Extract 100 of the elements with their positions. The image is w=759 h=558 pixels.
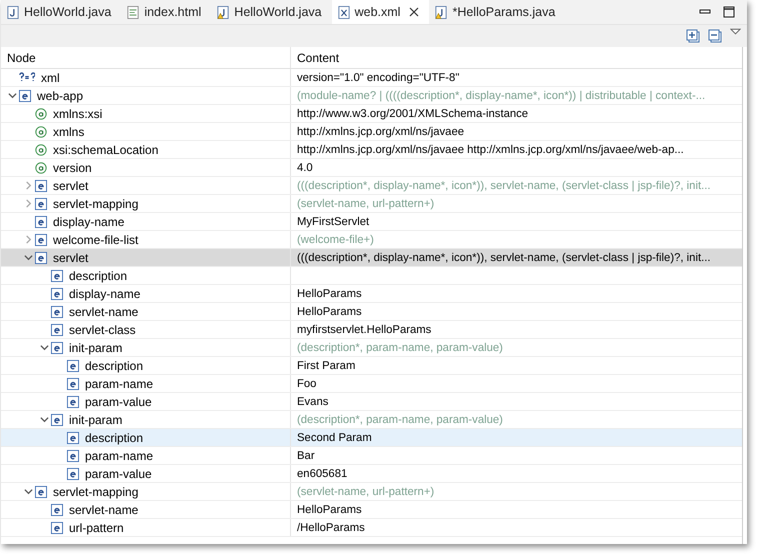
- tree-row[interactable]: display-name HelloParams: [1, 285, 742, 303]
- element-icon: [35, 486, 47, 498]
- element-icon: [51, 414, 63, 426]
- element-icon: [51, 270, 63, 282]
- tree-row[interactable]: param-value Evans: [1, 393, 742, 411]
- node-content: (((description*, display-name*, icon*)), servlet-name, (servlet-class | jsp-file)?, init...: [297, 252, 711, 264]
- node-content: http://xmlns.jcp.org/xml/ns/javaee http://xmlns.jcp.org/xml/ns/javaee/web-ap...: [297, 144, 684, 156]
- tree-row[interactable]: param-name Bar: [1, 447, 742, 465]
- tree-row[interactable]: servlet-class myfirstservlet.HelloParams: [1, 321, 742, 339]
- tree-row[interactable]: description Second Param: [1, 429, 742, 447]
- tree-row[interactable]: servlet-mapping (servlet-name, url-pattern+): [1, 483, 742, 501]
- node-content: /HelloParams: [297, 522, 365, 534]
- java-file-icon: [7, 4, 19, 20]
- node-content: Second Param: [297, 432, 372, 444]
- node-content: MyFirstServlet: [297, 216, 370, 228]
- node-name: xmlns: [53, 124, 84, 138]
- node-content: (((description*, display-name*, icon*)), servlet-name, (servlet-class | jsp-file)?, init...: [297, 180, 711, 192]
- editor-tab[interactable]: index.html: [121, 0, 212, 24]
- attribute-icon: [35, 108, 47, 120]
- tree-row[interactable]: param-value en605681: [1, 465, 742, 483]
- tree-row[interactable]: servlet (((description*, display-name*, icon*)), servlet-name, (servlet-class | jsp-file)?, init...: [1, 249, 742, 267]
- tree-row[interactable]: servlet-mapping (servlet-name, url-pattern+): [1, 195, 742, 213]
- tree-row[interactable]: xmlns:xsi http://www.w3.org/2001/XMLSchema-instance: [1, 105, 742, 123]
- node-content: myfirstservlet.HelloParams: [297, 324, 432, 336]
- tree-row[interactable]: description: [1, 267, 742, 285]
- node-content: Evans: [297, 396, 328, 408]
- node-name: servlet-mapping: [53, 196, 138, 210]
- node-name: param-name: [85, 376, 154, 390]
- node-name: display-name: [69, 286, 140, 300]
- node-name: init-param: [69, 412, 122, 426]
- node-name: description: [69, 268, 128, 282]
- expand-all-icon[interactable]: [686, 29, 700, 43]
- node-content: 4.0: [297, 162, 313, 174]
- chevron-down-icon[interactable]: [24, 487, 32, 496]
- maximize-icon[interactable]: [723, 6, 735, 18]
- element-icon: [51, 324, 63, 336]
- node-content: First Param: [297, 360, 356, 372]
- editor-tab[interactable]: *HelloParams.java: [429, 0, 566, 24]
- java-file-icon: [435, 4, 448, 20]
- column-header[interactable]: Content: [291, 47, 742, 68]
- node-content: HelloParams: [297, 288, 362, 300]
- node-content: en605681: [297, 468, 348, 480]
- tree-row[interactable]: url-pattern /HelloParams: [1, 519, 742, 537]
- tree-row[interactable]: xml version="1.0" encoding="UTF-8": [1, 69, 742, 87]
- tree-row[interactable]: param-name Foo: [1, 375, 742, 393]
- node-content: (welcome-file+): [297, 234, 374, 246]
- node-content: version="1.0" encoding="UTF-8": [297, 72, 460, 84]
- node-name: param-value: [85, 394, 152, 408]
- java-file-icon: [217, 4, 230, 20]
- element-icon: [35, 252, 47, 264]
- node-content: (description*, param-name, param-value): [297, 342, 503, 354]
- attribute-icon: [35, 162, 47, 174]
- view-menu-icon[interactable]: [730, 28, 741, 36]
- node-name: servlet-name: [69, 304, 138, 318]
- node-name: servlet-class: [69, 322, 136, 336]
- node-name: servlet: [53, 178, 88, 192]
- node-name: param-name: [85, 448, 154, 462]
- node-content: (servlet-name, url-pattern+): [297, 486, 434, 498]
- tree-row[interactable]: servlet-name HelloParams: [1, 303, 742, 321]
- node-content: (description*, param-name, param-value): [297, 414, 503, 426]
- editor-tab[interactable]: web.xml: [332, 0, 430, 24]
- node-name: version: [53, 160, 92, 174]
- element-icon: [35, 216, 47, 228]
- node-name: init-param: [69, 340, 122, 354]
- node-content: Foo: [297, 378, 316, 390]
- node-name: servlet: [53, 250, 88, 264]
- node-name: description: [85, 430, 144, 444]
- node-content: http://www.w3.org/2001/XMLSchema-instance: [297, 108, 528, 120]
- node-name: welcome-file-list: [53, 232, 138, 246]
- node-content: Bar: [297, 450, 315, 462]
- editor-tab[interactable]: HelloWorld.java: [1, 0, 122, 24]
- editor-tab[interactable]: HelloWorld.java: [211, 0, 332, 24]
- node-name: xml: [41, 70, 60, 84]
- tree-row[interactable]: display-name MyFirstServlet: [1, 213, 742, 231]
- element-icon: [35, 234, 47, 246]
- close-icon[interactable]: [409, 7, 420, 17]
- chevron-down-icon[interactable]: [8, 91, 16, 100]
- tree-row[interactable]: description First Param: [1, 357, 742, 375]
- node-content: (module-name? | ((((description*, display-name*, icon*)) | distributable | context-...: [297, 90, 706, 102]
- tree-row[interactable]: version 4.0: [1, 159, 742, 177]
- tree-row[interactable]: web-app (module-name? | ((((description*, display-name*, icon*)) | distributable | context-...: [1, 87, 742, 105]
- chevron-down-icon[interactable]: [40, 415, 48, 424]
- tree-row[interactable]: init-param (description*, param-name, param-value): [1, 339, 742, 357]
- chevron-down-icon[interactable]: [24, 253, 32, 262]
- attribute-icon: [35, 126, 47, 138]
- node-name: xsi:schemaLocation: [53, 142, 158, 156]
- tree-row[interactable]: xmlns http://xmlns.jcp.org/xml/ns/javaee: [1, 123, 742, 141]
- tree-row[interactable]: servlet-name HelloParams: [1, 501, 742, 519]
- collapse-all-icon[interactable]: [708, 29, 722, 43]
- chevron-down-icon[interactable]: [40, 343, 48, 352]
- column-header[interactable]: Node: [1, 47, 291, 68]
- node-content: http://xmlns.jcp.org/xml/ns/javaee: [297, 126, 464, 138]
- node-content: (servlet-name, url-pattern+): [297, 198, 434, 210]
- element-icon: [51, 504, 63, 516]
- element-icon: [67, 396, 79, 408]
- tree-row[interactable]: servlet (((description*, display-name*, icon*)), servlet-name, (servlet-class | jsp-file)?, init...: [1, 177, 742, 195]
- tree-row[interactable]: xsi:schemaLocation http://xmlns.jcp.org/xml/ns/javaee http://xmlns.jcp.org/xml/ns/javaee/web-ap...: [1, 141, 742, 159]
- element-icon: [67, 378, 79, 390]
- element-icon: [51, 342, 63, 354]
- element-icon: [35, 180, 47, 192]
